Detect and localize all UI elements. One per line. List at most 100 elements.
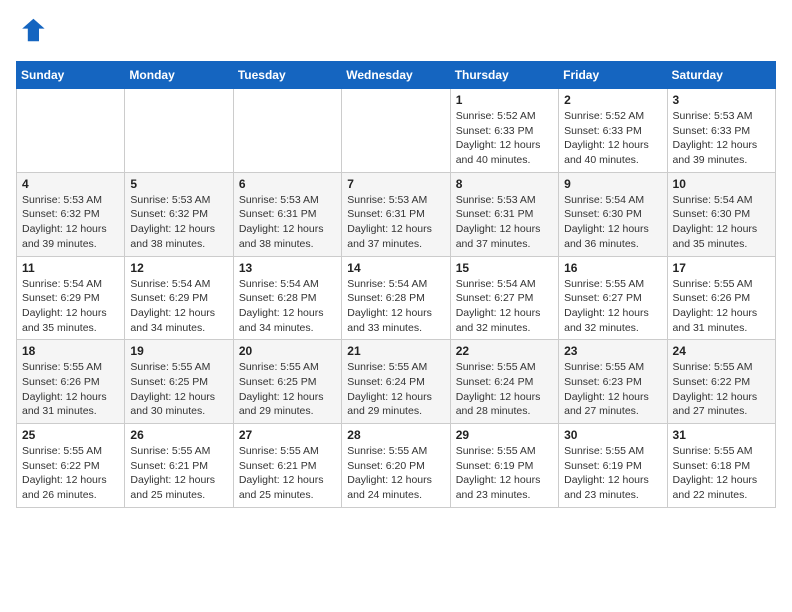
day-of-week-header: Thursday <box>450 62 558 89</box>
calendar-cell: 13 Sunrise: 5:54 AMSunset: 6:28 PMDayligh… <box>233 256 341 340</box>
day-number: 10 <box>673 177 770 191</box>
day-number: 25 <box>22 428 119 442</box>
day-number: 27 <box>239 428 336 442</box>
day-number: 31 <box>673 428 770 442</box>
day-number: 21 <box>347 344 444 358</box>
calendar-cell: 5 Sunrise: 5:53 AMSunset: 6:32 PMDaylight… <box>125 172 233 256</box>
calendar-cell: 31 Sunrise: 5:55 AMSunset: 6:18 PMDayligh… <box>667 424 775 508</box>
calendar-week-row: 18Sunrise: 5:55 AMSunset: 6:26 PMDayligh… <box>17 340 776 424</box>
day-info: Sunrise: 5:54 AMSunset: 6:29 PMDaylight:… <box>22 277 119 336</box>
calendar-cell: 30 Sunrise: 5:55 AMSunset: 6:19 PMDayligh… <box>559 424 667 508</box>
day-number: 11 <box>22 261 119 275</box>
calendar-cell: 10Sunrise: 5:54 AMSunset: 6:30 PMDayligh… <box>667 172 775 256</box>
calendar-header-row: SundayMondayTuesdayWednesdayThursdayFrid… <box>17 62 776 89</box>
calendar-cell: 23 Sunrise: 5:55 AMSunset: 6:23 PMDayligh… <box>559 340 667 424</box>
calendar: SundayMondayTuesdayWednesdayThursdayFrid… <box>16 61 776 508</box>
calendar-cell: 16Sunrise: 5:55 AMSunset: 6:27 PMDayligh… <box>559 256 667 340</box>
calendar-cell: 28 Sunrise: 5:55 AMSunset: 6:20 PMDayligh… <box>342 424 450 508</box>
calendar-cell: 7Sunrise: 5:53 AMSunset: 6:31 PMDaylight… <box>342 172 450 256</box>
calendar-cell: 6 Sunrise: 5:53 AMSunset: 6:31 PMDaylight… <box>233 172 341 256</box>
day-number: 6 <box>239 177 336 191</box>
day-info: Sunrise: 5:55 AMSunset: 6:19 PMDaylight:… <box>564 444 661 503</box>
calendar-cell: 19 Sunrise: 5:55 AMSunset: 6:25 PMDayligh… <box>125 340 233 424</box>
day-number: 16 <box>564 261 661 275</box>
day-number: 26 <box>130 428 227 442</box>
day-info: Sunrise: 5:55 AMSunset: 6:24 PMDaylight:… <box>456 360 553 419</box>
day-number: 29 <box>456 428 553 442</box>
day-info: Sunrise: 5:55 AMSunset: 6:25 PMDaylight:… <box>130 360 227 419</box>
day-info: Sunrise: 5:55 AMSunset: 6:24 PMDaylight:… <box>347 360 444 419</box>
calendar-cell: 1 Sunrise: 5:52 AMSunset: 6:33 PMDaylight… <box>450 89 558 173</box>
day-of-week-header: Tuesday <box>233 62 341 89</box>
day-info: Sunrise: 5:55 AMSunset: 6:18 PMDaylight:… <box>673 444 770 503</box>
day-info: Sunrise: 5:53 AMSunset: 6:33 PMDaylight:… <box>673 109 770 168</box>
day-info: Sunrise: 5:53 AMSunset: 6:32 PMDaylight:… <box>130 193 227 252</box>
day-number: 2 <box>564 93 661 107</box>
calendar-cell: 17Sunrise: 5:55 AMSunset: 6:26 PMDayligh… <box>667 256 775 340</box>
calendar-cell: 14 Sunrise: 5:54 AMSunset: 6:28 PMDayligh… <box>342 256 450 340</box>
day-of-week-header: Friday <box>559 62 667 89</box>
calendar-cell: 12Sunrise: 5:54 AMSunset: 6:29 PMDayligh… <box>125 256 233 340</box>
day-of-week-header: Saturday <box>667 62 775 89</box>
calendar-cell: 25 Sunrise: 5:55 AMSunset: 6:22 PMDayligh… <box>17 424 125 508</box>
day-info: Sunrise: 5:55 AMSunset: 6:23 PMDaylight:… <box>564 360 661 419</box>
day-info: Sunrise: 5:52 AMSunset: 6:33 PMDaylight:… <box>456 109 553 168</box>
day-info: Sunrise: 5:55 AMSunset: 6:21 PMDaylight:… <box>239 444 336 503</box>
calendar-cell: 24 Sunrise: 5:55 AMSunset: 6:22 PMDayligh… <box>667 340 775 424</box>
day-number: 20 <box>239 344 336 358</box>
day-number: 8 <box>456 177 553 191</box>
day-info: Sunrise: 5:52 AMSunset: 6:33 PMDaylight:… <box>564 109 661 168</box>
day-info: Sunrise: 5:54 AMSunset: 6:28 PMDaylight:… <box>239 277 336 336</box>
calendar-cell: 8Sunrise: 5:53 AMSunset: 6:31 PMDaylight… <box>450 172 558 256</box>
calendar-cell: 22 Sunrise: 5:55 AMSunset: 6:24 PMDayligh… <box>450 340 558 424</box>
day-info: Sunrise: 5:53 AMSunset: 6:31 PMDaylight:… <box>239 193 336 252</box>
day-number: 12 <box>130 261 227 275</box>
day-number: 5 <box>130 177 227 191</box>
day-info: Sunrise: 5:53 AMSunset: 6:32 PMDaylight:… <box>22 193 119 252</box>
logo <box>16 16 46 49</box>
day-info: Sunrise: 5:54 AMSunset: 6:28 PMDaylight:… <box>347 277 444 336</box>
calendar-cell <box>17 89 125 173</box>
day-number: 30 <box>564 428 661 442</box>
day-number: 9 <box>564 177 661 191</box>
calendar-cell: 4 Sunrise: 5:53 AMSunset: 6:32 PMDaylight… <box>17 172 125 256</box>
calendar-cell: 26 Sunrise: 5:55 AMSunset: 6:21 PMDayligh… <box>125 424 233 508</box>
calendar-cell: 15Sunrise: 5:54 AMSunset: 6:27 PMDayligh… <box>450 256 558 340</box>
calendar-cell: 27 Sunrise: 5:55 AMSunset: 6:21 PMDayligh… <box>233 424 341 508</box>
day-number: 14 <box>347 261 444 275</box>
day-info: Sunrise: 5:55 AMSunset: 6:26 PMDaylight:… <box>673 277 770 336</box>
calendar-cell <box>125 89 233 173</box>
day-info: Sunrise: 5:55 AMSunset: 6:19 PMDaylight:… <box>456 444 553 503</box>
day-of-week-header: Wednesday <box>342 62 450 89</box>
calendar-cell: 9 Sunrise: 5:54 AMSunset: 6:30 PMDaylight… <box>559 172 667 256</box>
day-number: 13 <box>239 261 336 275</box>
calendar-week-row: 1 Sunrise: 5:52 AMSunset: 6:33 PMDaylight… <box>17 89 776 173</box>
day-number: 1 <box>456 93 553 107</box>
day-number: 23 <box>564 344 661 358</box>
day-info: Sunrise: 5:55 AMSunset: 6:22 PMDaylight:… <box>22 444 119 503</box>
day-number: 28 <box>347 428 444 442</box>
day-number: 7 <box>347 177 444 191</box>
day-info: Sunrise: 5:55 AMSunset: 6:21 PMDaylight:… <box>130 444 227 503</box>
day-info: Sunrise: 5:55 AMSunset: 6:22 PMDaylight:… <box>673 360 770 419</box>
calendar-cell: 11 Sunrise: 5:54 AMSunset: 6:29 PMDayligh… <box>17 256 125 340</box>
day-number: 22 <box>456 344 553 358</box>
day-info: Sunrise: 5:54 AMSunset: 6:30 PMDaylight:… <box>564 193 661 252</box>
day-number: 4 <box>22 177 119 191</box>
day-number: 15 <box>456 261 553 275</box>
day-of-week-header: Monday <box>125 62 233 89</box>
logo-icon <box>18 16 46 44</box>
calendar-week-row: 11 Sunrise: 5:54 AMSunset: 6:29 PMDayligh… <box>17 256 776 340</box>
day-number: 3 <box>673 93 770 107</box>
calendar-cell <box>233 89 341 173</box>
day-of-week-header: Sunday <box>17 62 125 89</box>
calendar-week-row: 4 Sunrise: 5:53 AMSunset: 6:32 PMDaylight… <box>17 172 776 256</box>
calendar-cell: 2 Sunrise: 5:52 AMSunset: 6:33 PMDaylight… <box>559 89 667 173</box>
day-info: Sunrise: 5:55 AMSunset: 6:20 PMDaylight:… <box>347 444 444 503</box>
day-number: 24 <box>673 344 770 358</box>
day-info: Sunrise: 5:55 AMSunset: 6:26 PMDaylight:… <box>22 360 119 419</box>
calendar-cell: 20 Sunrise: 5:55 AMSunset: 6:25 PMDayligh… <box>233 340 341 424</box>
day-number: 19 <box>130 344 227 358</box>
calendar-cell: 3 Sunrise: 5:53 AMSunset: 6:33 PMDaylight… <box>667 89 775 173</box>
day-info: Sunrise: 5:55 AMSunset: 6:25 PMDaylight:… <box>239 360 336 419</box>
